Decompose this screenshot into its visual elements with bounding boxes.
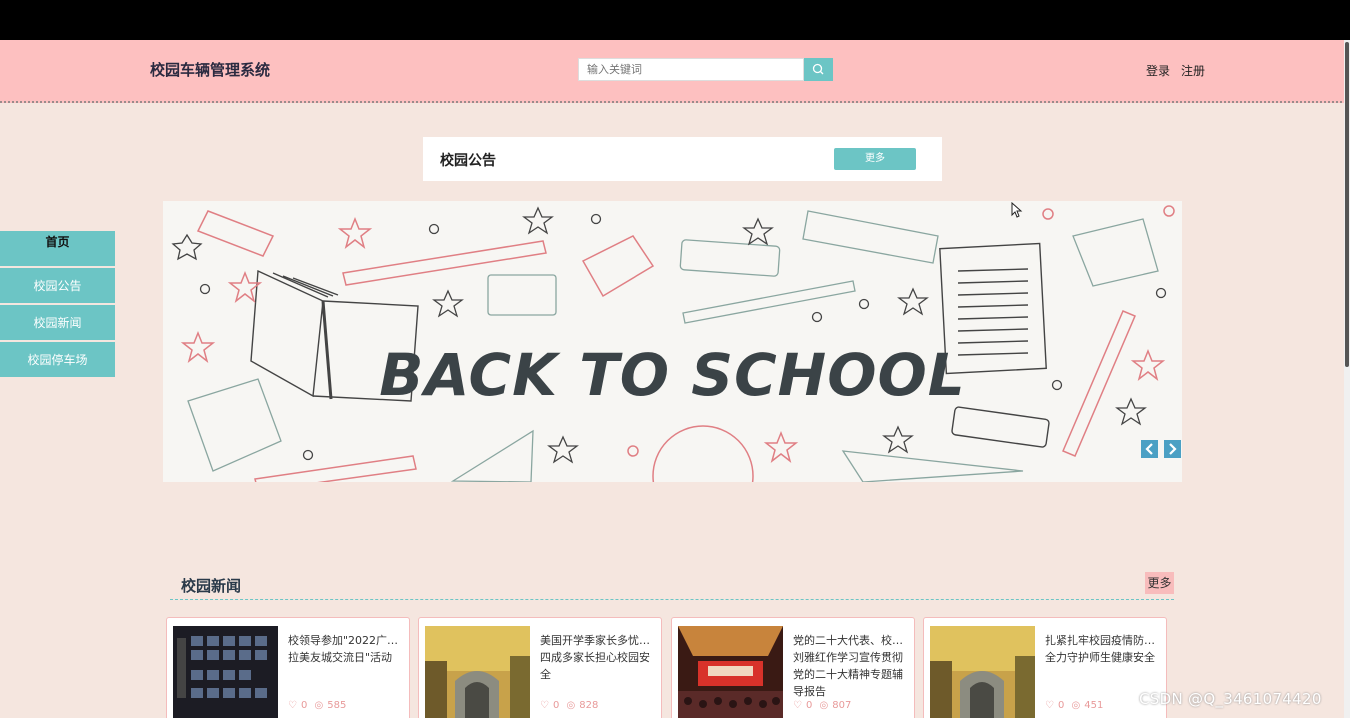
like-count: 0 — [300, 700, 308, 711]
chevron-right-icon — [1169, 443, 1177, 455]
news-card-title: 党的二十大代表、校…刘雅红作学习宣传贯彻党的二十大精神专题辅导报告 — [793, 634, 903, 698]
thumb-up-icon: ♡ — [288, 700, 297, 711]
chevron-left-icon — [1145, 443, 1153, 455]
side-nav-parking[interactable]: 校园停车场 — [0, 342, 115, 379]
like-count: 0 — [552, 700, 560, 711]
like-count: 0 — [1057, 700, 1065, 711]
view-count: 828 — [579, 700, 599, 711]
scrollbar-thumb[interactable] — [1345, 42, 1349, 367]
news-more-button[interactable]: 更多 — [1145, 572, 1174, 594]
side-nav-news[interactable]: 校园新闻 — [0, 305, 115, 342]
window-topbar — [0, 0, 1350, 40]
site-header: 校园车辆管理系统 登录 注册 — [0, 40, 1350, 103]
search-icon — [812, 63, 824, 75]
thumb-up-icon: ♡ — [540, 700, 549, 711]
search-button[interactable] — [804, 58, 833, 81]
news-thumbnail-image — [930, 626, 1035, 718]
news-section-header: 校园新闻 更多 — [170, 570, 1174, 600]
news-thumbnail-image — [425, 626, 530, 718]
news-card-stats: ♡ 0 ◎ 807 — [793, 700, 855, 711]
like-count: 0 — [805, 700, 813, 711]
side-nav-notice[interactable]: 校园公告 — [0, 268, 115, 305]
eye-icon: ◎ — [566, 700, 576, 711]
news-card[interactable]: 扎紧扎牢校园疫情防…全力守护师生健康安全 ♡ 0 ◎ 451 — [923, 617, 1167, 718]
site-title: 校园车辆管理系统 — [150, 61, 271, 79]
watermark-text: CSDN @Q_3461074420 — [1139, 690, 1322, 708]
search-input[interactable] — [578, 58, 804, 81]
news-card-stats: ♡ 0 ◎ 585 — [288, 700, 350, 711]
banner-carousel[interactable]: BACK TO SCHOOL — [163, 201, 1182, 482]
view-count: 451 — [1084, 700, 1104, 711]
notice-title: 校园公告 — [440, 153, 496, 169]
register-link[interactable]: 注册 — [1181, 62, 1205, 79]
mouse-cursor-icon — [1011, 202, 1023, 218]
news-card-stats: ♡ 0 ◎ 451 — [1045, 700, 1107, 711]
news-card-title: 校领导参加"2022广…拉美友城交流日"活动 — [288, 634, 399, 664]
news-thumbnail-image — [678, 626, 783, 718]
news-card-stats: ♡ 0 ◎ 828 — [540, 700, 602, 711]
thumb-up-icon: ♡ — [793, 700, 802, 711]
carousel-next-button[interactable] — [1164, 440, 1181, 458]
news-card[interactable]: 美国开学季家长多忧…四成多家长担心校园安全 ♡ 0 ◎ 828 — [418, 617, 662, 718]
news-card-title: 美国开学季家长多忧…四成多家长担心校园安全 — [540, 634, 650, 681]
banner-text: BACK TO SCHOOL — [379, 341, 966, 409]
thumb-up-icon: ♡ — [1045, 700, 1054, 711]
eye-icon: ◎ — [819, 700, 829, 711]
news-card[interactable]: 党的二十大代表、校…刘雅红作学习宣传贯彻党的二十大精神专题辅导报告 ♡ 0 ◎ 80… — [671, 617, 915, 718]
side-nav: 首页 校园公告 校园新闻 校园停车场 — [0, 231, 115, 379]
login-link[interactable]: 登录 — [1146, 62, 1170, 79]
news-card-title: 扎紧扎牢校园疫情防…全力守护师生健康安全 — [1045, 634, 1155, 664]
eye-icon: ◎ — [314, 700, 324, 711]
side-nav-home[interactable]: 首页 — [0, 231, 115, 268]
view-count: 807 — [832, 700, 852, 711]
news-card[interactable]: 校领导参加"2022广…拉美友城交流日"活动 ♡ 0 ◎ 585 — [166, 617, 410, 718]
eye-icon: ◎ — [1071, 700, 1081, 711]
carousel-prev-button[interactable] — [1141, 440, 1158, 458]
notice-more-button[interactable]: 更多 — [834, 148, 916, 170]
view-count: 585 — [327, 700, 347, 711]
news-thumbnail-image — [173, 626, 278, 718]
notice-panel: 校园公告 更多 — [423, 137, 942, 181]
news-section-title: 校园新闻 — [181, 577, 242, 595]
